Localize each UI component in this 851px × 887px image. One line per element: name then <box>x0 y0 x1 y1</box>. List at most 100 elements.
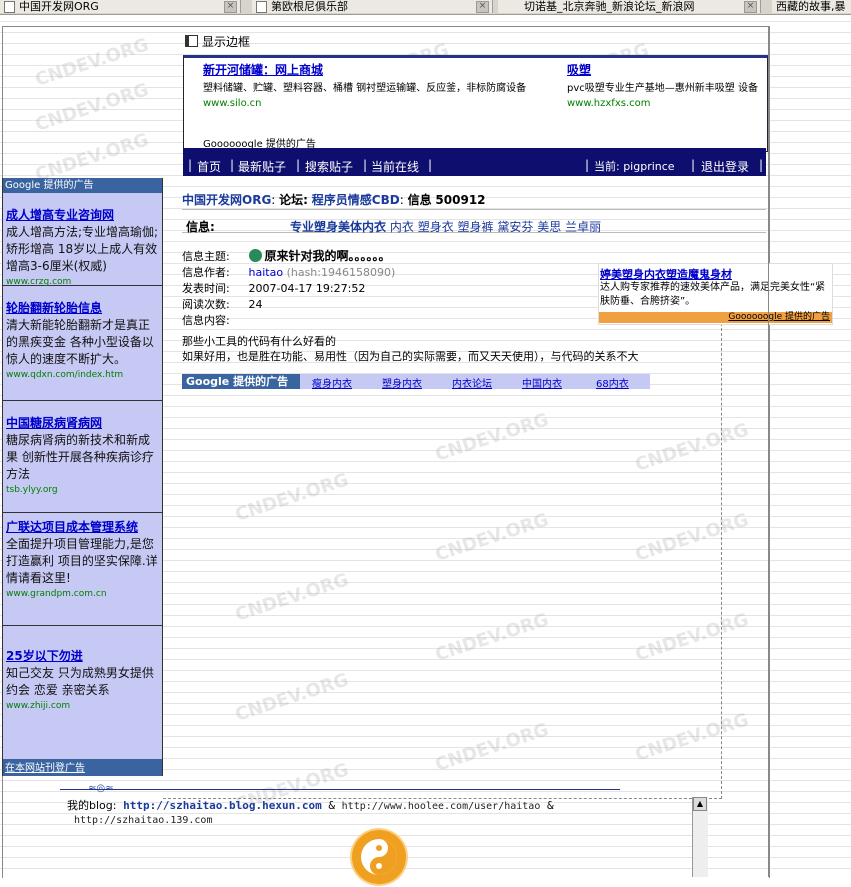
left-ad-url[interactable]: www.zhiji.com <box>6 699 159 713</box>
post-status-icon <box>248 249 262 262</box>
nav-home[interactable]: 首页 <box>197 158 221 175</box>
ad-provider-link[interactable]: Goooooogle 提供的广告 <box>728 312 832 322</box>
right-ad-title[interactable]: 婷美塑身内衣塑造魔鬼身材 <box>600 266 732 282</box>
subject-label: 信息主题: <box>182 250 230 263</box>
content-label-row: 信息内容: <box>182 312 245 328</box>
left-ad-title[interactable]: 广联达项目成本管理系统 <box>6 519 159 536</box>
watermark: CNDEV.ORG <box>32 34 152 91</box>
blog-link[interactable]: http://szhaitao.blog.hexun.com <box>123 799 322 812</box>
show-border-label: 显示边框 <box>202 35 251 49</box>
time-row: 发表时间: 2007-04-17 19:27:52 <box>182 280 365 296</box>
info-label: 信息: <box>186 220 215 234</box>
left-ad-item: 中国糖尿病肾病网 糖尿病肾病的新技术和新成果 创新性开展各种疾病诊疗方法 tsb… <box>3 401 162 513</box>
page-icon <box>256 1 267 13</box>
keyword-list: 专业塑身美体内衣 内衣 塑身衣 塑身裤 黛安芬 美思 兰卓丽 <box>290 218 601 235</box>
post-subject: 原来针对我的啊。。。。。。 <box>264 249 391 263</box>
show-border-toggle[interactable]: 显示边框 <box>185 33 250 50</box>
left-ad-url[interactable]: www.qdxn.com/index.htm <box>6 368 159 382</box>
current-user: 当前: pigprince <box>594 160 675 173</box>
yin-yang-icon <box>361 839 397 875</box>
tab-label: 第欧根尼俱乐部 <box>271 0 348 13</box>
author-link[interactable]: haitao <box>249 266 284 279</box>
top-ad-right: 吸塑 pvc吸塑专业生产基地—惠州新丰吸塑 设备 www.hzxfxs.com <box>567 61 765 109</box>
blog-link[interactable]: http://www.hoolee.com/user/haitao <box>342 801 541 812</box>
close-icon[interactable]: × <box>224 1 237 13</box>
browser-tab-strip: 中国开发网ORG × 第欧根尼俱乐部 × 切诺基_北京奔驰_新浪论坛_新浪网 ×… <box>0 0 851 15</box>
right-ad: 婷美塑身内衣塑造魔鬼身材 达人购专家推荐的速效美体产品，满足完美女性“紧肤防垂、… <box>598 263 833 325</box>
left-ad-desc: 糖尿病肾病的新技术和新成果 创新性开展各种疾病诊疗方法 <box>6 433 154 481</box>
breadcrumb-site[interactable]: 中国开发网ORG <box>182 193 271 207</box>
ad-title-link[interactable]: 吸塑 <box>567 61 765 78</box>
ad-link[interactable]: 塑身内衣 <box>382 375 422 390</box>
ad-desc: pvc吸塑专业生产基地—惠州新丰吸塑 设备 <box>567 83 758 94</box>
keyword-link[interactable]: 塑身裤 <box>458 220 494 234</box>
signature-prefix: 我的blog: <box>67 799 117 812</box>
time-label: 发表时间: <box>182 282 230 295</box>
tab-diogenes[interactable]: 第欧根尼俱乐部 × <box>252 0 493 13</box>
left-ad-url[interactable]: www.grandpm.com.cn <box>6 587 159 601</box>
ad-url[interactable]: www.silo.cn <box>203 98 563 109</box>
tab-cndev[interactable]: 中国开发网ORG × <box>0 0 241 13</box>
page-edge <box>768 26 769 877</box>
close-icon[interactable]: × <box>744 1 757 13</box>
keyword-link[interactable]: 塑身衣 <box>418 220 454 234</box>
scroll-up-icon[interactable]: ▲ <box>693 797 707 811</box>
nav-search[interactable]: 搜索贴子 <box>305 158 353 175</box>
left-ad-desc: 成人增高方法;专业增高瑜伽;矫形增高 18岁以上成人有效增高3-6厘米(权威) <box>6 225 159 273</box>
keyword-link[interactable]: 兰卓丽 <box>565 220 601 234</box>
keyword-link[interactable]: 内衣 <box>390 220 414 234</box>
ad-title-link[interactable]: 新开河储罐：网上商城 <box>203 61 563 78</box>
left-ad-header[interactable]: Google 提供的广告 <box>3 178 162 193</box>
author-row: 信息作者: haitao (hash:1946158090) <box>182 264 395 280</box>
page-icon <box>4 1 15 13</box>
breadcrumb: 中国开发网ORG: 论坛: 程序员情感CBD: 信息 500912 <box>182 193 486 207</box>
keyword-link[interactable]: 专业塑身美体内衣 <box>290 220 386 234</box>
left-ad-url[interactable]: tsb.ylyy.org <box>6 483 159 497</box>
left-ad-title[interactable]: 中国糖尿病肾病网 <box>6 415 159 432</box>
left-ad-item: 轮胎翻新轮胎信息 清大新能轮胎翻新才是真正的黑疾变金 各种小型设备以惊人的速度不… <box>3 286 162 401</box>
ad-desc: 塑料储罐、贮罐、塑料容器、桶槽 钢衬塑运输罐、反应釜，非标防腐设备 <box>203 83 527 94</box>
nav-online[interactable]: 当前在线 <box>371 158 419 175</box>
left-ad-item: 成人增高专业咨询网 成人增高方法;专业增高瑜伽;矫形增高 18岁以上成人有效增高… <box>3 193 162 287</box>
signature-divider <box>60 789 620 790</box>
info-bar: 信息: 专业塑身美体内衣 内衣 塑身衣 塑身裤 黛安芬 美思 兰卓丽 <box>182 209 766 235</box>
left-ad-desc: 全面提升项目管理能力,是您打造赢利 项目的坚实保障.详情请看这里! <box>6 537 158 585</box>
close-icon[interactable]: × <box>476 1 489 13</box>
watermark: CNDEV.ORG <box>32 79 152 136</box>
breadcrumb-msg-id: 500912 <box>435 193 486 207</box>
tab-label: 西藏的故事,暴 <box>776 0 846 13</box>
right-ad-desc: 达人购专家推荐的速效美体产品，满足完美女性“紧肤防垂、合胯挤姿”。 <box>600 282 826 307</box>
top-ad-left: 新开河储罐：网上商城 塑料储罐、贮罐、塑料容器、桶槽 钢衬塑运输罐、反应釜，非标… <box>203 61 563 109</box>
breadcrumb-forum-label: 论坛: <box>279 193 308 207</box>
frame-icon <box>185 35 198 47</box>
left-ad-desc: 知己交友 只为成熟男女提供 约会 恋爱 亲密关系 <box>6 666 154 697</box>
nav-latest[interactable]: 最新贴子 <box>238 158 286 175</box>
signature: 我的blog: http://szhaitao.blog.hexun.com &… <box>67 797 554 813</box>
ad-link[interactable]: 中国内衣 <box>522 375 562 390</box>
blog-link[interactable]: http://szhaitao.139.com <box>74 815 212 826</box>
tab-tibet[interactable]: 西藏的故事,暴 <box>772 0 851 13</box>
ad-link[interactable]: 内衣论坛 <box>452 375 492 390</box>
ornament-icon: ≈◎≈ <box>88 783 114 794</box>
post-body-line2: 如果好用，也是胜在功能、易用性（因为自己的实际需要，而又天天使用），与代码的关系… <box>182 350 639 363</box>
keyword-link[interactable]: 美思 <box>537 220 561 234</box>
left-ad-title[interactable]: 轮胎翻新轮胎信息 <box>6 300 159 317</box>
left-ad-item: 广联达项目成本管理系统 全面提升项目管理能力,是您打造赢利 项目的坚实保障.详情… <box>3 513 162 626</box>
tab-sina[interactable]: 切诺基_北京奔驰_新浪论坛_新浪网 × <box>498 0 761 13</box>
nav-logout[interactable]: 退出登录 <box>701 158 749 175</box>
advertise-here-link[interactable]: 在本网站刊登广告 <box>3 759 162 776</box>
google-ad-bar: Google 提供的广告 瘦身内衣 塑身内衣 内衣论坛 中国内衣 68内衣 <box>182 374 650 390</box>
keyword-link[interactable]: 黛安芬 <box>497 220 533 234</box>
ad-url[interactable]: www.hzxfxs.com <box>567 98 765 109</box>
view-count: 24 <box>248 298 263 311</box>
content-label: 信息内容: <box>182 314 230 327</box>
author-hash: (hash:1946158090) <box>286 266 396 279</box>
left-ad-title[interactable]: 25岁以下勿进 <box>6 648 159 665</box>
breadcrumb-forum[interactable]: 程序员情感CBD <box>312 193 400 207</box>
ad-link[interactable]: 68内衣 <box>596 375 629 390</box>
ad-link[interactable]: 瘦身内衣 <box>312 375 352 390</box>
left-ad-title[interactable]: 成人增高专业咨询网 <box>6 207 159 224</box>
scrollbar[interactable]: ▲ <box>692 797 708 877</box>
author-label: 信息作者: <box>182 266 230 279</box>
post-time: 2007-04-17 19:27:52 <box>248 282 366 295</box>
